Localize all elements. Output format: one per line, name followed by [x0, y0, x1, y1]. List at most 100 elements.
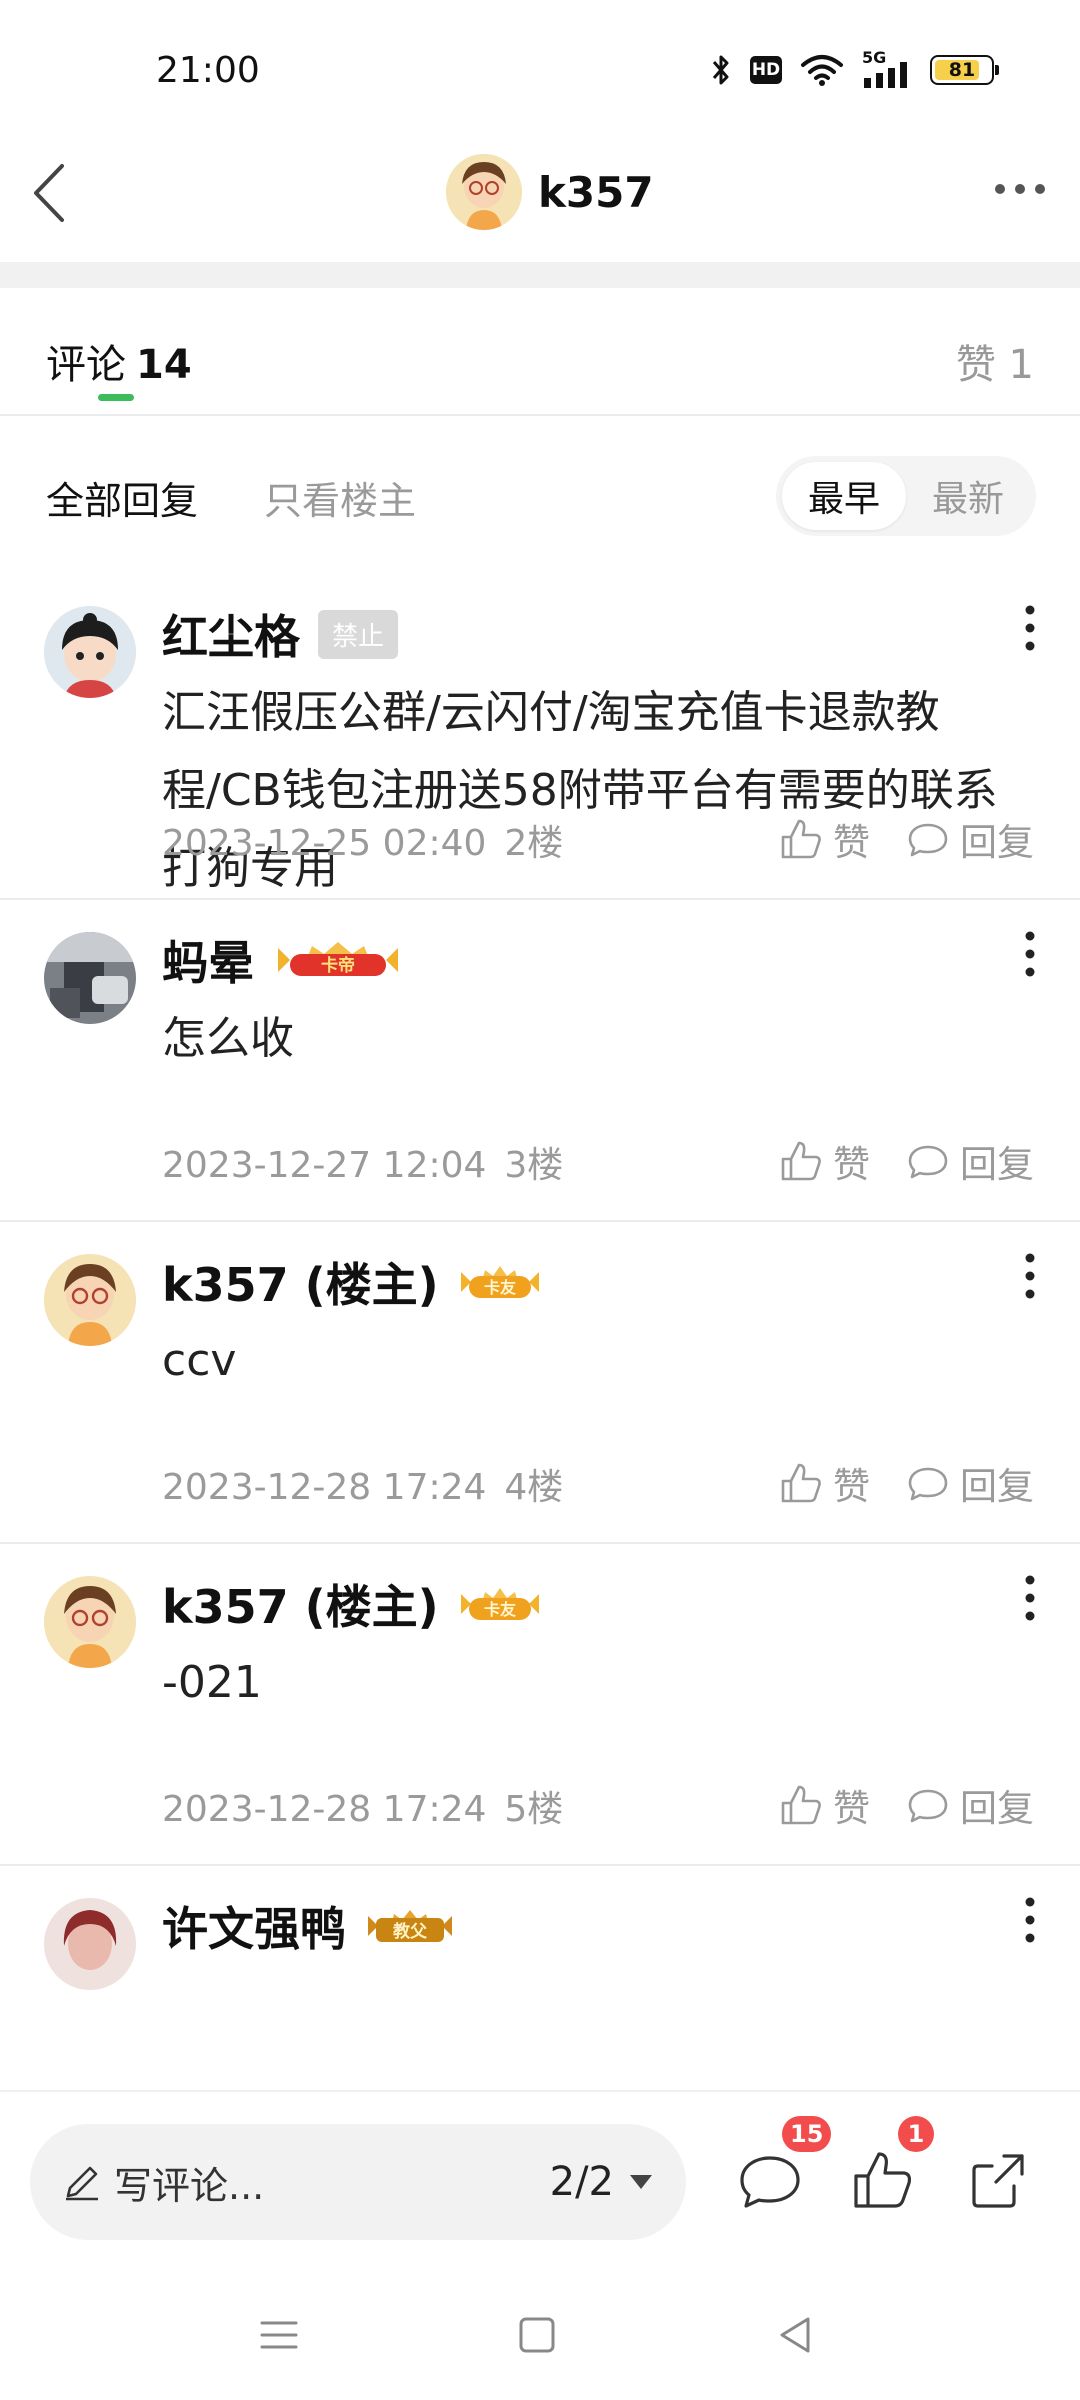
like-button[interactable]: 赞	[779, 1456, 870, 1510]
ban-badge: 禁止	[318, 609, 399, 659]
system-back-button[interactable]	[770, 2310, 820, 2360]
menu-lines-icon	[260, 2321, 298, 2349]
commenter-avatar[interactable]	[44, 1898, 136, 1990]
commenter-name[interactable]: 蚂晕	[162, 927, 254, 993]
commenter-name[interactable]: 红尘格	[162, 601, 300, 667]
share-button[interactable]	[964, 2146, 1032, 2214]
author-header[interactable]: k357	[446, 142, 654, 242]
back-triangle-icon	[780, 2317, 810, 2353]
comment-floor: 4楼	[504, 1467, 564, 1508]
tab-comments-label: 评论	[46, 342, 126, 388]
page-indicator[interactable]: 2/2	[550, 2159, 614, 2205]
comment-date: 2023-12-25 02:40	[162, 823, 487, 864]
home-button[interactable]	[512, 2310, 562, 2360]
comment-date: 2023-12-28 17:24	[162, 1789, 487, 1830]
comments-button[interactable]: 15	[736, 2116, 832, 2214]
thumbs-up-icon	[854, 2152, 912, 2208]
comment-bubble-icon	[740, 2156, 800, 2208]
back-button[interactable]	[26, 158, 76, 228]
thumbs-up-icon	[781, 1785, 821, 1825]
bluetooth-icon	[712, 55, 729, 85]
comment-text: -021	[162, 1657, 262, 1708]
reply-button[interactable]: 回复	[906, 812, 1034, 866]
sort-earliest[interactable]: 最早	[782, 462, 906, 530]
comment-count-badge: 15	[782, 2116, 832, 2152]
comment-text: 汇汪假压公群/云闪付/淘宝充值卡退款教程/CB钱包注册送58附带平台有需要的联系…	[162, 687, 998, 894]
thumbs-up-icon	[781, 819, 821, 859]
comment-menu-button[interactable]	[1020, 604, 1040, 656]
reply-label: 回复	[960, 1143, 1034, 1186]
section-divider	[0, 262, 1080, 288]
more-button[interactable]	[990, 174, 1050, 204]
reply-label: 回复	[960, 821, 1034, 864]
vertical-more-icon	[1025, 1897, 1035, 1943]
comment-menu-button[interactable]	[1020, 1252, 1040, 1304]
commenter-avatar[interactable]	[44, 932, 136, 1024]
comment-floor: 5楼	[504, 1789, 564, 1830]
comment-meta: 2023-12-27 12:04 3楼	[162, 1136, 563, 1188]
filter-all-replies[interactable]: 全部回复	[46, 470, 198, 525]
comment-item: 红尘格 禁止 汇汪假压公群/云闪付/淘宝充值卡退款教程/CB钱包注册送58附带平…	[0, 574, 1080, 900]
commenter-name[interactable]: k357 (楼主)	[162, 1571, 439, 1637]
comment-input[interactable]: 写评论... 2/2	[30, 2124, 686, 2240]
sort-toggle: 最早 最新	[776, 456, 1036, 536]
reply-bubble-icon	[908, 1467, 948, 1501]
reply-bubble-icon	[908, 1789, 948, 1823]
recents-button[interactable]	[254, 2310, 304, 2360]
status-bar: 21:00 HD 5G 81	[0, 0, 1080, 140]
commenter-avatar[interactable]	[44, 606, 136, 698]
comment-menu-button[interactable]	[1020, 930, 1040, 982]
active-tab-indicator	[98, 394, 134, 401]
comment-meta: 2023-12-25 02:40 2楼	[162, 814, 563, 866]
like-label: 赞	[833, 1465, 870, 1508]
badge-text: 卡友	[484, 1278, 517, 1297]
status-icons: HD 5G 81	[710, 48, 999, 90]
filter-owner-only[interactable]: 只看楼主	[264, 470, 416, 525]
comment-menu-button[interactable]	[1020, 1574, 1040, 1626]
like-button[interactable]: 赞	[779, 1778, 870, 1832]
like-post-button[interactable]: 1	[848, 2116, 934, 2214]
comment-text: 怎么收	[162, 1013, 294, 1064]
cell-signal-icon: 5G	[862, 48, 912, 88]
comment-menu-button[interactable]	[1020, 1896, 1040, 1948]
tab-likes[interactable]: 赞 1	[956, 332, 1034, 390]
like-label: 赞	[833, 1787, 870, 1830]
more-icon	[995, 184, 1045, 194]
vertical-more-icon	[1025, 1575, 1035, 1621]
reply-button[interactable]: 回复	[906, 1134, 1034, 1188]
status-time: 21:00	[156, 50, 260, 91]
vertical-more-icon	[1025, 1253, 1035, 1299]
battery-level: 81	[948, 59, 976, 81]
comment-text: ccv	[162, 1335, 237, 1386]
comment-meta: 2023-12-28 17:24 4楼	[162, 1458, 563, 1510]
badge-text: 教父	[392, 1921, 428, 1942]
commenter-avatar[interactable]	[44, 1576, 136, 1668]
reply-bubble-icon	[908, 823, 948, 857]
battery-icon: 81	[930, 55, 999, 85]
like-label: 赞	[833, 821, 870, 864]
reply-bubble-icon	[908, 1145, 948, 1179]
tab-comments[interactable]: 评论 14	[46, 332, 192, 390]
comment-meta: 2023-12-28 17:24 5楼	[162, 1780, 563, 1832]
reply-button[interactable]: 回复	[906, 1778, 1034, 1832]
author-avatar[interactable]	[446, 154, 522, 230]
comment-input-placeholder: 写评论...	[114, 2163, 265, 2208]
level-badge-kayou: 卡友	[457, 1584, 543, 1624]
commenter-avatar[interactable]	[44, 1254, 136, 1346]
like-button[interactable]: 赞	[779, 1134, 870, 1188]
comment-item: k357 (楼主) 卡友 -021 2023-12-28 17:24 5楼 赞 回…	[0, 1544, 1080, 1866]
commenter-name[interactable]: k357 (楼主)	[162, 1249, 439, 1315]
comment-item: k357 (楼主) 卡友 ccv 2023-12-28 17:24 4楼 赞 回复	[0, 1222, 1080, 1544]
reply-label: 回复	[960, 1465, 1034, 1508]
comment-date: 2023-12-27 12:04	[162, 1145, 487, 1186]
dropdown-triangle-icon[interactable]	[628, 2172, 654, 2192]
comment-floor: 2楼	[504, 823, 564, 864]
commenter-name[interactable]: 许文强鸭	[162, 1893, 346, 1959]
thumbs-up-icon	[781, 1141, 821, 1181]
sort-latest[interactable]: 最新	[906, 462, 1030, 530]
vertical-more-icon	[1025, 931, 1035, 977]
thumbs-up-icon	[781, 1463, 821, 1503]
reply-button[interactable]: 回复	[906, 1456, 1034, 1510]
like-button[interactable]: 赞	[779, 812, 870, 866]
comment-list: 红尘格 禁止 汇汪假压公群/云闪付/淘宝充值卡退款教程/CB钱包注册送58附带平…	[0, 574, 1080, 2090]
